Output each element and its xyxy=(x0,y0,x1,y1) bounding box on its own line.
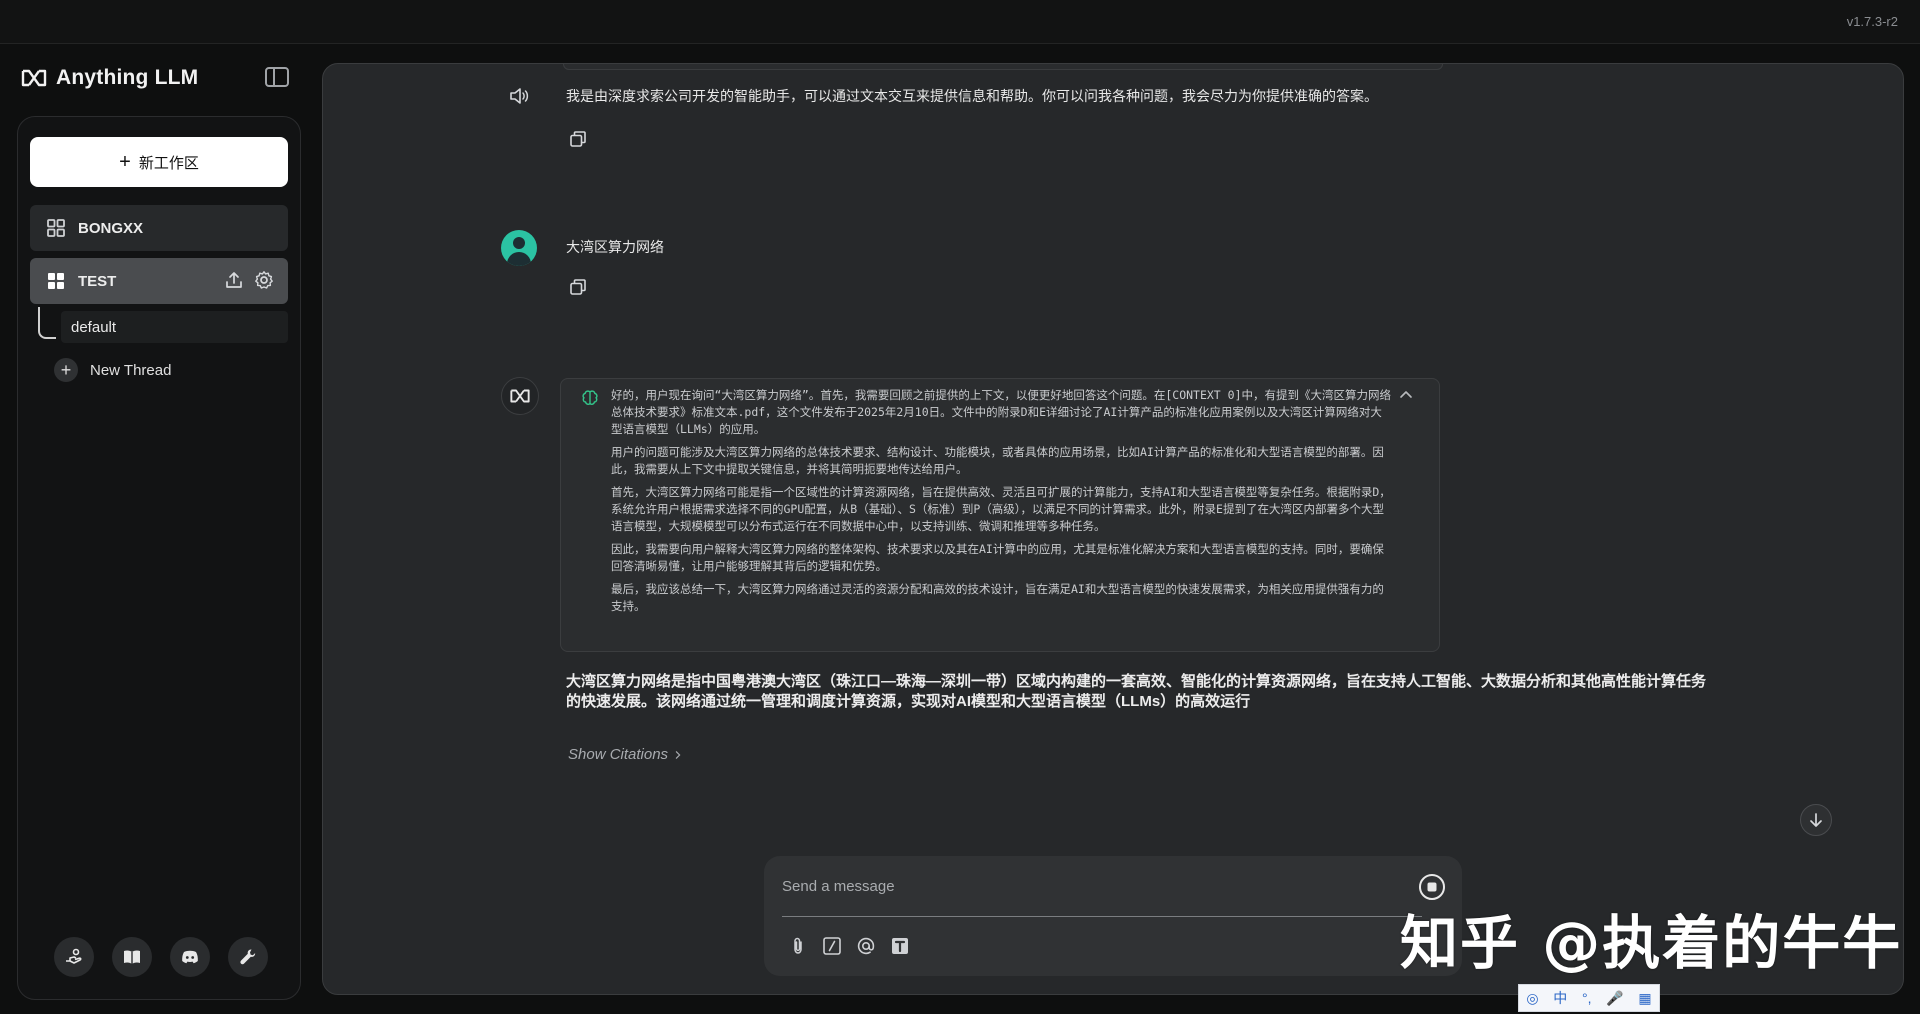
scroll-to-bottom-button[interactable] xyxy=(1800,804,1832,836)
arrow-down-icon xyxy=(1810,813,1822,827)
settings-wrench-icon xyxy=(240,949,256,965)
sidebar: + 新工作区 BONGXX TEST default + New Thread xyxy=(17,116,301,1000)
ime-menu-icon[interactable]: ▦ xyxy=(1638,990,1651,1007)
upload-icon[interactable] xyxy=(224,270,244,290)
thread-name: default xyxy=(71,318,117,336)
copy-icon[interactable] xyxy=(569,278,587,296)
thinking-paragraph: 首先，大湾区算力网络可能是指一个区域性的计算资源网络，旨在提供高效、灵活且可扩展… xyxy=(611,485,1391,533)
new-thread-label: New Thread xyxy=(90,361,172,379)
ime-punctuation-toggle[interactable]: °, xyxy=(1582,990,1592,1006)
plus-circle-icon: + xyxy=(54,358,78,382)
thinking-paragraph: 好的，用户现在询问“大湾区算力网络”。首先，我需要回顾之前提供的上下文，以便更好… xyxy=(611,388,1391,436)
show-citations-button[interactable]: Show Citations xyxy=(568,746,682,763)
community-hub-button[interactable] xyxy=(54,937,94,977)
ime-toolbar: ◎ 中 °, 🎤 ▦ xyxy=(1518,984,1660,1012)
ime-voice-icon[interactable]: 🎤 xyxy=(1606,990,1623,1007)
brand-logo: Anything LLM xyxy=(20,62,198,94)
workspace-item-bongxx[interactable]: BONGXX xyxy=(30,205,288,251)
workspace-name: BONGXX xyxy=(78,219,144,237)
anythingllm-logo-icon xyxy=(510,389,530,403)
top-bar: v1.7.3-r2 xyxy=(0,0,1920,44)
chevron-right-icon xyxy=(675,750,681,759)
thinking-paragraph: 最后，我应该总结一下，大湾区算力网络通过灵活的资源分配和高效的技术设计，旨在满足… xyxy=(611,582,1384,613)
watermark: 知乎 @执着的牛牛 xyxy=(1400,909,1903,977)
message-composer xyxy=(764,856,1462,976)
thinking-block: 好的，用户现在询问“大湾区算力网络”。首先，我需要回顾之前提供的上下文，以便更好… xyxy=(560,378,1440,652)
grid-filled-icon xyxy=(48,273,64,289)
anythingllm-logo-icon xyxy=(21,69,47,87)
slash-command-icon[interactable] xyxy=(822,936,842,956)
community-hub-icon xyxy=(66,948,82,964)
docs-book-icon xyxy=(124,950,140,964)
discord-button[interactable] xyxy=(170,937,210,977)
new-workspace-button[interactable]: + 新工作区 xyxy=(30,137,288,187)
thread-item-default[interactable]: default xyxy=(61,311,288,343)
workspace-name: TEST xyxy=(78,272,117,290)
new-thread-button[interactable]: + New Thread xyxy=(54,356,171,384)
paperclip-icon[interactable] xyxy=(788,936,808,956)
version-label: v1.7.3-r2 xyxy=(1846,14,1898,29)
at-mention-icon[interactable] xyxy=(856,936,876,956)
show-citations-label: Show Citations xyxy=(568,746,669,763)
discord-icon xyxy=(182,950,198,964)
brand-name: Anything LLM xyxy=(56,66,199,89)
speaker-icon[interactable] xyxy=(509,86,531,106)
thread-branch-line xyxy=(38,307,56,339)
plus-icon: + xyxy=(119,151,131,173)
sidebar-footer xyxy=(54,937,268,977)
previous-message-edge xyxy=(563,64,1443,70)
thinking-paragraph: 用户的问题可能涉及大湾区算力网络的总体技术要求、结构设计、功能模块，或者具体的应… xyxy=(611,445,1384,476)
chevron-up-icon[interactable] xyxy=(1399,389,1413,399)
copy-icon[interactable] xyxy=(569,130,587,148)
assistant-answer: 大湾区算力网络是指中国粤港澳大湾区（珠江口—珠海—深圳一带）区域内构建的一套高效… xyxy=(566,673,1707,710)
composer-divider xyxy=(782,916,1422,917)
user-avatar xyxy=(501,230,537,266)
brain-icon xyxy=(582,390,598,405)
chat-panel: 我是由深度求索公司开发的智能助手，可以通过文本交互来提供信息和帮助。你可以问我各… xyxy=(322,63,1904,995)
text-size-icon[interactable] xyxy=(890,936,910,956)
workspace-actions xyxy=(224,270,274,290)
docs-button[interactable] xyxy=(112,937,152,977)
ime-logo-icon[interactable]: ◎ xyxy=(1526,990,1538,1007)
thinking-paragraph: 因此，我需要向用户解释大湾区算力网络的整体架构、技术要求以及其在AI计算中的应用… xyxy=(611,542,1384,573)
thinking-text: 好的，用户现在询问“大湾区算力网络”。首先，我需要回顾之前提供的上下文，以便更好… xyxy=(611,387,1391,621)
sidebar-panel-icon xyxy=(265,67,289,87)
assistant-avatar xyxy=(501,377,539,415)
grid-icon xyxy=(47,219,65,237)
assistant-previous-response: 我是由深度求索公司开发的智能助手，可以通过文本交互来提供信息和帮助。你可以问我各… xyxy=(566,88,1378,104)
user-message: 大湾区算力网络 xyxy=(566,239,664,255)
message-input[interactable] xyxy=(782,872,1402,900)
settings-button[interactable] xyxy=(228,937,268,977)
workspace-item-test[interactable]: TEST xyxy=(30,258,288,304)
new-workspace-label: 新工作区 xyxy=(138,154,199,172)
composer-tools xyxy=(788,936,910,956)
sidebar-toggle-button[interactable] xyxy=(264,66,290,88)
gear-icon[interactable] xyxy=(254,270,274,290)
ime-language-toggle[interactable]: 中 xyxy=(1553,988,1567,1008)
